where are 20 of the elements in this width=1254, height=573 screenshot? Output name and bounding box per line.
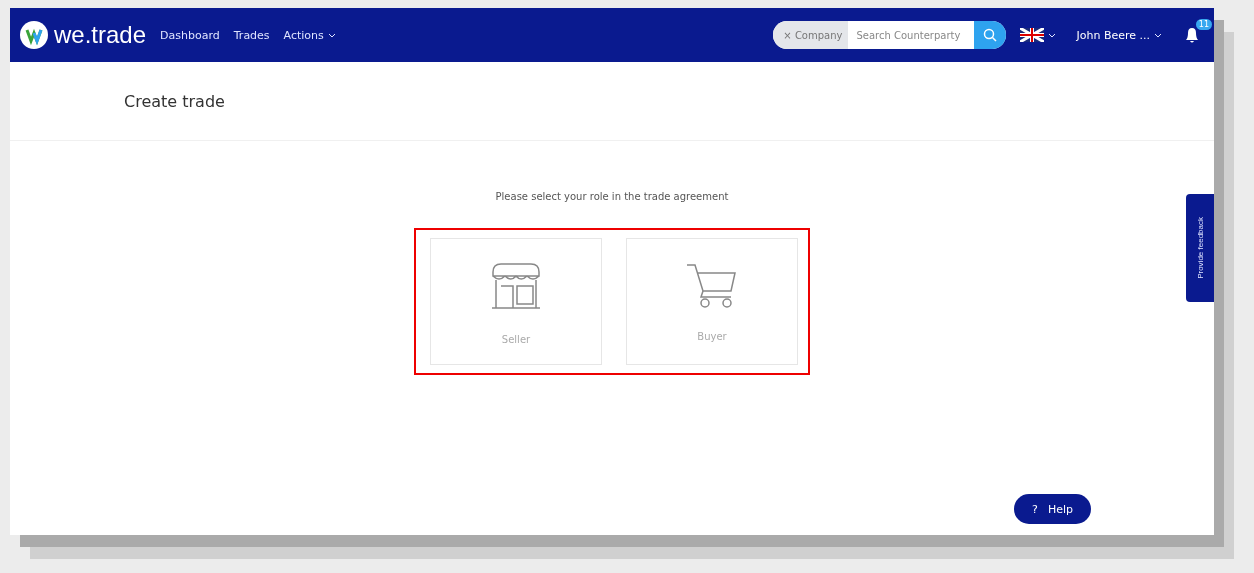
logo-icon	[20, 21, 48, 49]
help-button[interactable]: ? Help	[1014, 494, 1091, 524]
caret-icon	[327, 32, 336, 38]
caret-icon	[1048, 32, 1057, 38]
brand-name: we.trade	[54, 21, 147, 49]
role-prompt: Please select your role in the trade agreement	[495, 191, 729, 202]
search-icon	[983, 28, 998, 42]
search-button[interactable]	[974, 21, 1007, 49]
feedback-tab[interactable]: Provide feedback	[1186, 194, 1214, 302]
nav-dropdown[interactable]: Actions	[283, 28, 336, 42]
filter-chip[interactable]: × Company	[773, 21, 849, 49]
flag-icon	[1020, 28, 1045, 42]
caret-icon	[1154, 32, 1162, 38]
shopping-cart-icon	[685, 261, 739, 309]
notification-badge: 11	[1195, 19, 1212, 30]
nav-link[interactable]: Dashboard	[160, 28, 220, 42]
user-menu[interactable]: John Beere ...	[1070, 27, 1168, 43]
language-dropdown[interactable]	[1020, 28, 1057, 42]
page-title: Create trade	[124, 91, 225, 111]
nav-link[interactable]: Trades	[233, 28, 270, 42]
